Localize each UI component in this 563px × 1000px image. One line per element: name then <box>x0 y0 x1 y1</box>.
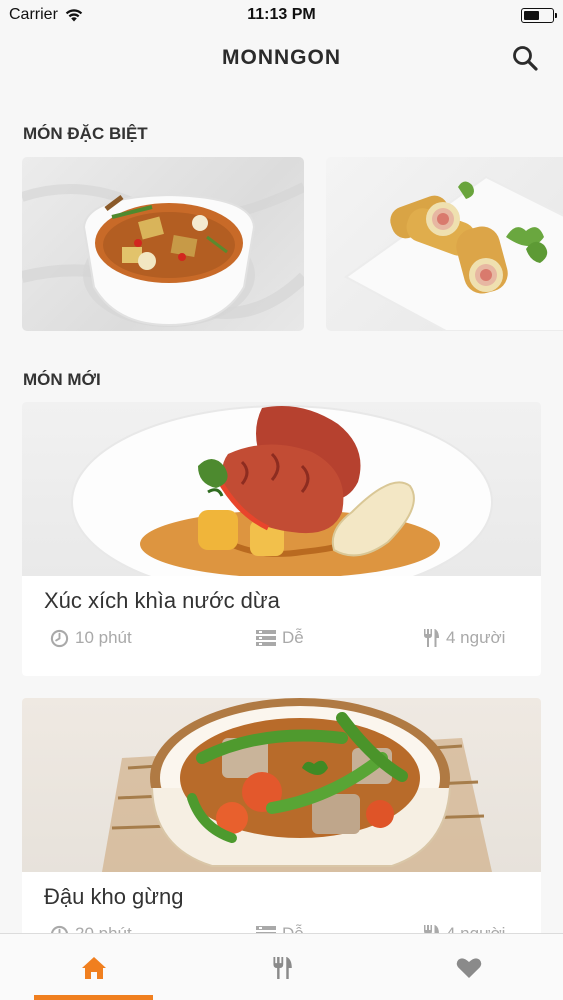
recipe-name: Đậu kho gừng <box>44 884 184 909</box>
special-dish-card[interactable] <box>326 157 563 331</box>
tab-recipes[interactable] <box>188 934 376 1000</box>
recipe-name: Xúc xích khìa nước dừa <box>44 588 280 613</box>
search-button[interactable] <box>509 42 541 74</box>
recipe-card[interactable]: Xúc xích khìa nước dừa 10 phút Dễ 4 ngườ… <box>22 402 541 676</box>
clock-icon <box>50 629 69 647</box>
heart-icon <box>456 957 482 978</box>
wifi-icon <box>65 9 83 22</box>
fork-knife-icon <box>273 956 292 979</box>
status-bar: Carrier 11:13 PM <box>0 0 563 30</box>
recipe-photo <box>22 698 541 872</box>
curry-bowl-photo <box>22 182 304 327</box>
search-icon <box>513 46 538 71</box>
recipe-photo <box>22 402 541 576</box>
tab-home[interactable] <box>0 934 188 1000</box>
status-time: 11:13 PM <box>247 6 316 23</box>
app-title: MONNGON <box>222 46 341 69</box>
new-section-title: MÓN MỚI <box>23 370 101 389</box>
difficulty-icon <box>256 629 276 646</box>
carrier-label: Carrier <box>9 6 58 23</box>
active-tab-indicator <box>34 995 153 1000</box>
recipe-meta: 10 phút Dễ 4 người <box>22 628 541 652</box>
special-dish-card[interactable] <box>22 157 304 331</box>
navigation-bar: MONNGON <box>0 30 563 86</box>
braised-tofu-pot-photo <box>102 698 492 872</box>
home-icon <box>82 956 106 979</box>
fork-knife-icon <box>424 629 439 647</box>
tab-bar <box>0 933 563 1000</box>
tab-favorite[interactable] <box>375 934 563 1000</box>
difficulty: Dễ <box>256 628 304 648</box>
sausage-dish-photo <box>71 405 493 576</box>
battery-icon <box>521 7 557 23</box>
cook-time-value: 10 phút <box>75 628 132 647</box>
special-section-title: MÓN ĐẶC BIỆT <box>23 124 148 143</box>
carrier-info: Carrier <box>9 6 84 24</box>
recipe-card[interactable]: Đậu kho gừng 20 phút Dễ <box>22 698 541 958</box>
cook-time: 10 phút <box>50 628 132 648</box>
difficulty-value: Dễ <box>282 628 304 647</box>
servings: 4 người <box>422 628 505 648</box>
battery-level <box>524 10 539 20</box>
special-dishes-carousel[interactable] <box>22 157 563 332</box>
sausage-roll-photo <box>344 175 563 331</box>
servings-value: 4 người <box>446 628 506 647</box>
